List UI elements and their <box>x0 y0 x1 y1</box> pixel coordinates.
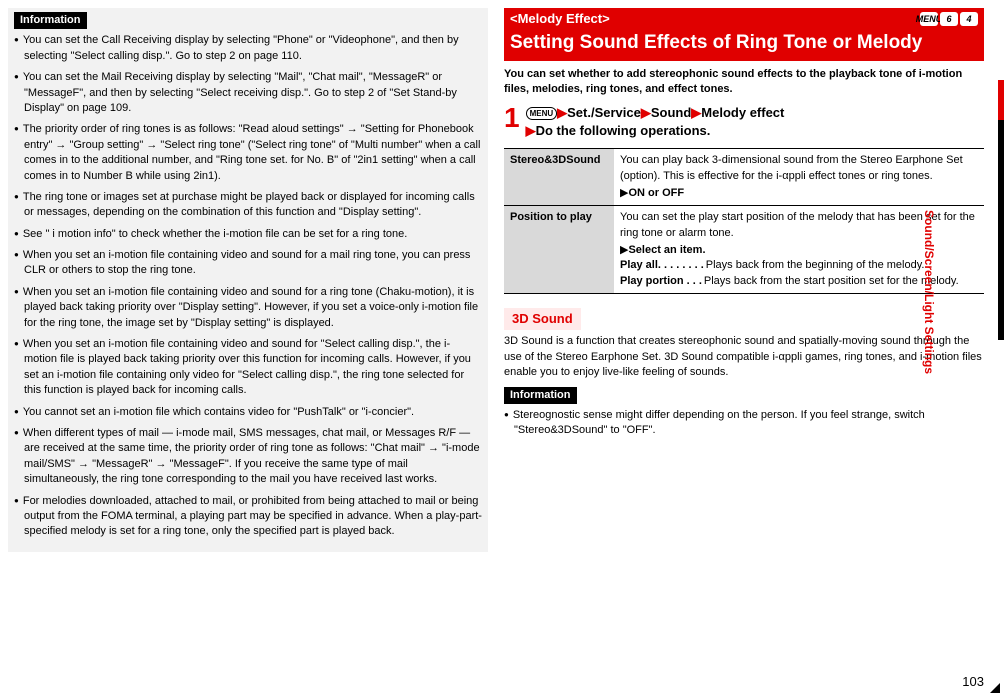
sub-body-text: 3D Sound is a function that creates ster… <box>504 334 984 380</box>
page-corner-icon <box>990 683 1000 693</box>
page-number: 103 <box>962 673 984 691</box>
lead-text: You can set whether to add stereophonic … <box>504 67 984 98</box>
option-name: Play portion . . . <box>620 274 702 289</box>
param-action: ▶ON or OFF <box>620 186 978 201</box>
side-tab-label: Sound/Screen/Light Settings <box>920 210 937 374</box>
nav-sound: Sound <box>651 105 691 120</box>
nav-set-service: Set./Service <box>567 105 641 120</box>
param-label: Stereo&3DSound <box>504 149 614 206</box>
shortcut-icons: MENU 6 4 <box>920 12 978 26</box>
key-6-icon: 6 <box>940 12 958 26</box>
info-bullet: You can set the Call Receiving display b… <box>14 33 482 64</box>
arrow-icon: ▶ <box>526 123 536 138</box>
step-number: 1 <box>504 104 520 132</box>
info-bullet: When you set an i-motion file containing… <box>14 285 482 331</box>
arrow-icon: ▶ <box>557 105 567 120</box>
param-desc: You can play back 3-dimensional sound fr… <box>620 154 963 181</box>
information-block-right: Information Stereognostic sense might di… <box>504 387 984 439</box>
param-action-text: Select an item. <box>628 244 705 256</box>
arrow-icon: ▶ <box>691 105 701 120</box>
info-bullet: Stereognostic sense might differ dependi… <box>504 408 984 439</box>
information-block-left: Information You can set the Call Receivi… <box>8 8 488 552</box>
key-4-icon: 4 <box>960 12 978 26</box>
table-row: Position to play You can set the play st… <box>504 206 984 294</box>
menu-key-icon: MENU <box>920 12 938 26</box>
nav-melody-effect: Melody effect <box>701 105 784 120</box>
step-instruction: Do the following operations. <box>536 123 711 138</box>
menu-key-icon: MENU <box>526 107 558 120</box>
info-bullet: When you set an i-motion file containing… <box>14 248 482 279</box>
information-header: Information <box>504 387 577 404</box>
info-bullet: See " i motion info" to check whether th… <box>14 227 482 242</box>
step-1: 1 MENU▶Set./Service▶Sound▶Melody effect … <box>504 104 984 140</box>
info-bullet: When different types of mail — i-mode ma… <box>14 426 482 488</box>
side-tab-bar <box>998 120 1004 340</box>
option-name: Play all. . . . . . . . <box>620 258 704 273</box>
right-column: <Melody Effect> MENU 6 4 Setting Sound E… <box>504 8 984 552</box>
param-action-text: ON or OFF <box>628 187 684 199</box>
section-tag-text: <Melody Effect> <box>510 10 610 28</box>
parameter-table: Stereo&3DSound You can play back 3-dimen… <box>504 148 984 294</box>
info-bullet: You cannot set an i-motion file which co… <box>14 405 482 420</box>
param-desc-cell: You can play back 3-dimensional sound fr… <box>614 149 984 206</box>
side-tab-accent <box>998 80 1004 120</box>
arrow-icon: ▶ <box>641 105 651 120</box>
left-column: Information You can set the Call Receivi… <box>8 8 488 552</box>
param-label: Position to play <box>504 206 614 294</box>
info-bullet: For melodies downloaded, attached to mai… <box>14 494 482 540</box>
table-row: Stereo&3DSound You can play back 3-dimen… <box>504 149 984 206</box>
info-bullet: The priority order of ring tones is as f… <box>14 122 482 184</box>
section-tag-bar: <Melody Effect> MENU 6 4 <box>504 8 984 30</box>
section-title: Setting Sound Effects of Ring Tone or Me… <box>504 30 984 61</box>
side-tab: Sound/Screen/Light Settings <box>986 80 1004 340</box>
info-bullet: You can set the Mail Receiving display b… <box>14 70 482 116</box>
info-bullet: When you set an i-motion file containing… <box>14 337 482 399</box>
step-text: MENU▶Set./Service▶Sound▶Melody effect ▶D… <box>526 104 984 140</box>
option-desc: Plays back from the beginning of the mel… <box>706 258 925 273</box>
information-header: Information <box>14 12 87 29</box>
info-bullet: The ring tone or images set at purchase … <box>14 190 482 221</box>
page-columns: Information You can set the Call Receivi… <box>0 0 1004 552</box>
sub-heading-3d-sound: 3D Sound <box>504 308 581 330</box>
